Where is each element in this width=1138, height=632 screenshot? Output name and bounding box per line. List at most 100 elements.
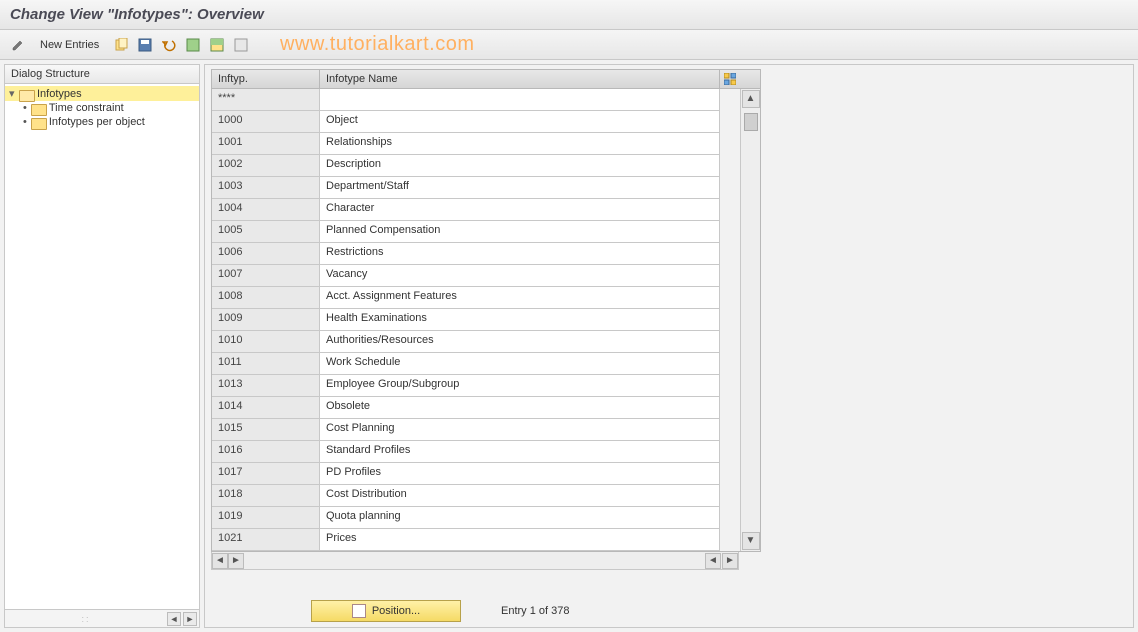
dialog-structure-panel: Dialog Structure ▾ Infotypes • Time cons…: [4, 64, 200, 628]
table-row[interactable]: 1009Health Examinations: [212, 309, 760, 331]
table-row[interactable]: 1000Object: [212, 111, 760, 133]
horizontal-scrollbar[interactable]: ◄ ► ◄ ►: [211, 552, 739, 570]
scroll-right-step-icon[interactable]: ►: [228, 553, 244, 569]
table-row[interactable]: 1001Relationships: [212, 133, 760, 155]
resize-handle-icon[interactable]: ::: [7, 614, 165, 624]
main-area: Dialog Structure ▾ Infotypes • Time cons…: [0, 60, 1138, 632]
cell-code[interactable]: 1015: [212, 419, 320, 441]
cell-name[interactable]: PD Profiles: [320, 463, 720, 485]
cell-code[interactable]: 1002: [212, 155, 320, 177]
cell-name[interactable]: Authorities/Resources: [320, 331, 720, 353]
cell-name[interactable]: Work Schedule: [320, 353, 720, 375]
table-row[interactable]: 1007Vacancy: [212, 265, 760, 287]
table-row[interactable]: 1017PD Profiles: [212, 463, 760, 485]
select-all-icon[interactable]: [183, 35, 203, 55]
cell-code[interactable]: 1005: [212, 221, 320, 243]
cell-name[interactable]: Planned Compensation: [320, 221, 720, 243]
cell-name[interactable]: Relationships: [320, 133, 720, 155]
cell-name[interactable]: Description: [320, 155, 720, 177]
table-row[interactable]: 1008Acct. Assignment Features: [212, 287, 760, 309]
cell-code[interactable]: 1010: [212, 331, 320, 353]
cell-name[interactable]: Standard Profiles: [320, 441, 720, 463]
cell-name[interactable]: Restrictions: [320, 243, 720, 265]
cell-name[interactable]: Prices: [320, 529, 720, 551]
table-row[interactable]: 1016Standard Profiles: [212, 441, 760, 463]
cell-code[interactable]: 1008: [212, 287, 320, 309]
cell-name[interactable]: Cost Planning: [320, 419, 720, 441]
cell-code[interactable]: 1007: [212, 265, 320, 287]
copy-icon[interactable]: [111, 35, 131, 55]
cell-code[interactable]: 1004: [212, 199, 320, 221]
cell-code[interactable]: 1001: [212, 133, 320, 155]
deselect-all-icon[interactable]: [231, 35, 251, 55]
left-panel-scrollbar: :: ◄ ►: [5, 609, 199, 627]
bullet-icon: •: [23, 116, 27, 128]
cell-code[interactable]: 1013: [212, 375, 320, 397]
cell-name[interactable]: [320, 89, 720, 111]
scroll-left-end-icon[interactable]: ◄: [705, 553, 721, 569]
cell-name[interactable]: Vacancy: [320, 265, 720, 287]
cell-name[interactable]: Character: [320, 199, 720, 221]
folder-icon: [31, 116, 45, 128]
table-row[interactable]: 1006Restrictions: [212, 243, 760, 265]
cell-code[interactable]: 1003: [212, 177, 320, 199]
table-row[interactable]: 1005Planned Compensation: [212, 221, 760, 243]
edit-icon[interactable]: [8, 35, 28, 55]
cell-code[interactable]: 1019: [212, 507, 320, 529]
cell-name[interactable]: Department/Staff: [320, 177, 720, 199]
dialog-structure-tree: ▾ Infotypes • Time constraint • Infotype…: [5, 84, 199, 609]
cell-name[interactable]: Cost Distribution: [320, 485, 720, 507]
bullet-icon: •: [23, 102, 27, 114]
table-row[interactable]: 1004Character: [212, 199, 760, 221]
table-row[interactable]: 1010Authorities/Resources: [212, 331, 760, 353]
cell-code[interactable]: 1011: [212, 353, 320, 375]
scroll-up-icon[interactable]: ▲: [742, 90, 760, 108]
cell-name[interactable]: Obsolete: [320, 397, 720, 419]
table-row[interactable]: 1014Obsolete: [212, 397, 760, 419]
column-header-code[interactable]: Inftyp.: [212, 70, 320, 88]
cell-name[interactable]: Employee Group/Subgroup: [320, 375, 720, 397]
undo-icon[interactable]: [159, 35, 179, 55]
scroll-right-icon[interactable]: ►: [183, 612, 197, 626]
cell-code[interactable]: 1017: [212, 463, 320, 485]
table-row[interactable]: 1015Cost Planning: [212, 419, 760, 441]
cell-name[interactable]: Object: [320, 111, 720, 133]
tree-node-infotypes-per-object[interactable]: • Infotypes per object: [5, 115, 199, 129]
table-row[interactable]: 1021Prices: [212, 529, 760, 551]
cell-code[interactable]: 1006: [212, 243, 320, 265]
table-row[interactable]: 1011Work Schedule: [212, 353, 760, 375]
cell-code[interactable]: ****: [212, 89, 320, 111]
cell-code[interactable]: 1009: [212, 309, 320, 331]
cell-code[interactable]: 1014: [212, 397, 320, 419]
column-header-name[interactable]: Infotype Name: [320, 70, 720, 88]
tree-node-time-constraint[interactable]: • Time constraint: [5, 101, 199, 115]
cell-name[interactable]: Health Examinations: [320, 309, 720, 331]
save-icon[interactable]: [135, 35, 155, 55]
position-button[interactable]: Position...: [311, 600, 461, 622]
table-settings-icon[interactable]: [720, 70, 740, 88]
table-row[interactable]: 1013Employee Group/Subgroup: [212, 375, 760, 397]
table-row[interactable]: 1018Cost Distribution: [212, 485, 760, 507]
entry-count-label: Entry 1 of 378: [501, 605, 570, 617]
scroll-thumb[interactable]: [744, 113, 758, 131]
cell-code[interactable]: 1018: [212, 485, 320, 507]
tree-node-label: Infotypes: [37, 88, 82, 100]
scroll-down-icon[interactable]: ▼: [742, 532, 760, 550]
vertical-scrollbar[interactable]: ▲ ▼: [740, 89, 760, 551]
scroll-right-end-icon[interactable]: ►: [722, 553, 738, 569]
cell-code[interactable]: 1021: [212, 529, 320, 551]
table-row[interactable]: 1003Department/Staff: [212, 177, 760, 199]
cell-name[interactable]: Acct. Assignment Features: [320, 287, 720, 309]
scroll-left-icon[interactable]: ◄: [212, 553, 228, 569]
table-row[interactable]: ****: [212, 89, 760, 111]
new-entries-button[interactable]: New Entries: [34, 37, 105, 53]
cell-name[interactable]: Quota planning: [320, 507, 720, 529]
collapse-icon[interactable]: ▾: [9, 87, 19, 100]
tree-node-infotypes[interactable]: ▾ Infotypes: [5, 86, 199, 101]
select-block-icon[interactable]: [207, 35, 227, 55]
cell-code[interactable]: 1016: [212, 441, 320, 463]
table-row[interactable]: 1002Description: [212, 155, 760, 177]
scroll-left-icon[interactable]: ◄: [167, 612, 181, 626]
cell-code[interactable]: 1000: [212, 111, 320, 133]
table-row[interactable]: 1019Quota planning: [212, 507, 760, 529]
